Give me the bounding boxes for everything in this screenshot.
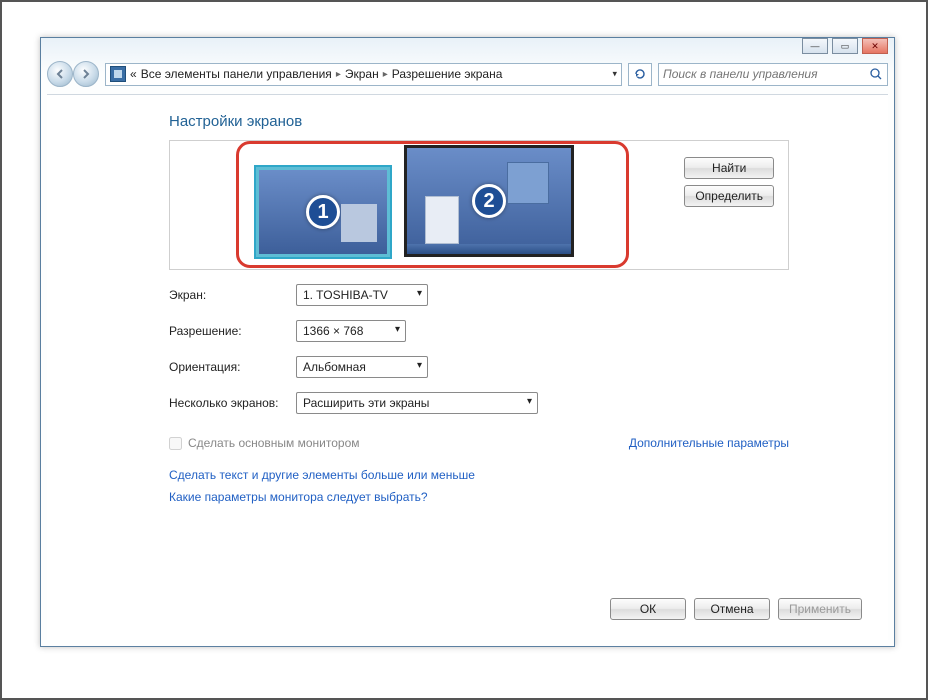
breadcrumb-dropdown-icon[interactable]: ▾	[612, 69, 617, 80]
window-controls: — ▭ ✕	[802, 38, 888, 54]
screenshot-frame: — ▭ ✕ « Все элементы панели управления ▸…	[0, 0, 928, 700]
back-button[interactable]	[47, 61, 73, 87]
monitor-2[interactable]: 2	[404, 145, 574, 257]
ok-button[interactable]: ОК	[610, 598, 686, 620]
search-input[interactable]	[663, 67, 883, 81]
resolution-row: Разрешение: 1366 × 768	[169, 320, 888, 342]
display-dropdown[interactable]: 1. TOSHIBA-TV	[296, 284, 428, 306]
arrow-left-icon	[54, 68, 66, 80]
orientation-dropdown[interactable]: Альбомная	[296, 356, 428, 378]
nav-bar: « Все элементы панели управления ▸ Экран…	[47, 60, 888, 88]
advanced-settings-link[interactable]: Дополнительные параметры	[629, 436, 789, 450]
monitor-decoration	[341, 204, 377, 242]
refresh-icon	[633, 67, 647, 81]
footer-buttons: ОК Отмена Применить	[47, 598, 888, 620]
minimize-button[interactable]: —	[802, 38, 828, 54]
monitor-decoration	[507, 162, 549, 204]
page-title: Настройки экранов	[169, 113, 888, 130]
make-primary-label: Сделать основным монитором	[188, 436, 360, 450]
orientation-label: Ориентация:	[169, 360, 296, 374]
display-label: Экран:	[169, 288, 296, 302]
monitor-decoration	[425, 196, 459, 244]
forward-button[interactable]	[73, 61, 99, 87]
arrow-right-icon	[80, 68, 92, 80]
orientation-row: Ориентация: Альбомная	[169, 356, 888, 378]
breadcrumb-item[interactable]: Экран	[345, 67, 379, 81]
search-icon	[869, 67, 883, 81]
apply-button[interactable]: Применить	[778, 598, 862, 620]
make-primary-row: Сделать основным монитором Дополнительны…	[169, 436, 789, 450]
chevron-right-icon: ▸	[332, 69, 345, 80]
window: — ▭ ✕ « Все элементы панели управления ▸…	[40, 37, 895, 647]
breadcrumb-item[interactable]: Все элементы панели управления	[141, 67, 332, 81]
breadcrumb-prefix: «	[130, 67, 137, 81]
multi-displays-dropdown[interactable]: Расширить эти экраны	[296, 392, 538, 414]
resolution-dropdown[interactable]: 1366 × 768	[296, 320, 406, 342]
monitor-params-link[interactable]: Какие параметры монитора следует выбрать…	[169, 490, 888, 504]
display-preview-area: 1 2 Найти Определить	[169, 140, 789, 270]
make-primary-checkbox	[169, 437, 182, 450]
multi-displays-row: Несколько экранов: Расширить эти экраны	[169, 392, 888, 414]
breadcrumb-item[interactable]: Разрешение экрана	[392, 67, 503, 81]
monitor-taskbar	[407, 244, 571, 254]
resolution-label: Разрешение:	[169, 324, 296, 338]
breadcrumb[interactable]: « Все элементы панели управления ▸ Экран…	[105, 63, 622, 86]
find-button[interactable]: Найти	[684, 157, 774, 179]
control-panel-icon	[110, 66, 126, 82]
text-size-link[interactable]: Сделать текст и другие элементы больше и…	[169, 468, 888, 482]
help-links: Сделать текст и другие элементы больше и…	[169, 468, 888, 504]
monitor-number-badge: 1	[306, 195, 340, 229]
monitor-1[interactable]: 1	[256, 167, 390, 257]
multi-displays-label: Несколько экранов:	[169, 396, 296, 410]
maximize-button[interactable]: ▭	[832, 38, 858, 54]
cancel-button[interactable]: Отмена	[694, 598, 770, 620]
display-row: Экран: 1. TOSHIBA-TV	[169, 284, 888, 306]
search-box[interactable]	[658, 63, 888, 86]
monitor-number-badge: 2	[472, 184, 506, 218]
close-button[interactable]: ✕	[862, 38, 888, 54]
chevron-right-icon: ▸	[379, 69, 392, 80]
nav-history-buttons	[47, 61, 99, 87]
refresh-button[interactable]	[628, 63, 652, 86]
preview-side-buttons: Найти Определить	[684, 157, 774, 207]
content-area: Настройки экранов 1 2 Найти Определить	[47, 94, 888, 640]
identify-button[interactable]: Определить	[684, 185, 774, 207]
